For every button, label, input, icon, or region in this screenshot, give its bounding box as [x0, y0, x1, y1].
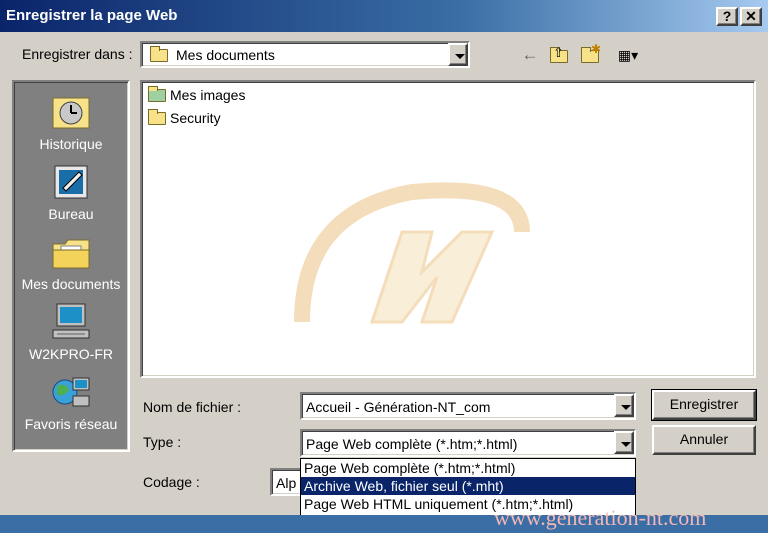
- cancel-button[interactable]: Annuler: [652, 425, 756, 455]
- window-title: Enregistrer la page Web: [6, 7, 178, 24]
- type-label: Type :: [143, 434, 182, 450]
- generation-nt-watermark-logo: [294, 182, 530, 324]
- computer-icon: [52, 303, 90, 339]
- folder-icon: [148, 109, 166, 125]
- filename-value: Accueil - Génération-NT_com: [306, 399, 491, 415]
- place-label: Favoris réseau: [24, 416, 118, 432]
- type-option[interactable]: Archive Web, fichier seul (*.mht): [301, 477, 635, 495]
- new-folder-icon[interactable]: ✱: [579, 42, 603, 66]
- place-label: W2KPRO-FR: [29, 346, 113, 362]
- help-button[interactable]: ?: [716, 7, 738, 26]
- chevron-down-icon[interactable]: [448, 43, 468, 66]
- place-mes-documents[interactable]: Mes documents: [14, 232, 128, 292]
- chevron-down-icon[interactable]: [614, 431, 634, 454]
- chevron-down-icon[interactable]: [614, 394, 634, 417]
- site-watermark: www.generation-nt.com: [494, 505, 707, 530]
- view-menu-icon[interactable]: ▦▾: [610, 44, 646, 66]
- save-in-value: Mes documents: [176, 47, 275, 63]
- save-in-label: Enregistrer dans :: [22, 46, 133, 62]
- filename-label: Nom de fichier :: [143, 399, 242, 415]
- place-historique[interactable]: Historique: [14, 92, 128, 152]
- up-arrow-icon: ⇧: [553, 45, 564, 60]
- save-button[interactable]: Enregistrer: [651, 389, 757, 421]
- place-label: Bureau: [48, 206, 94, 222]
- place-label: Mes documents: [21, 276, 121, 292]
- close-button[interactable]: ✕: [740, 7, 762, 26]
- type-value: Page Web complète (*.htm;*.html): [306, 436, 518, 452]
- title-bar[interactable]: Enregistrer la page Web ? ✕: [0, 0, 768, 32]
- pictures-folder-icon: [148, 86, 166, 102]
- list-item-label: Security: [170, 110, 221, 126]
- history-icon: [52, 97, 90, 129]
- place-label: Historique: [39, 136, 103, 152]
- file-list[interactable]: Mes images Security: [140, 80, 756, 378]
- filename-input[interactable]: Accueil - Génération-NT_com: [300, 392, 636, 420]
- list-item-label: Mes images: [170, 87, 246, 103]
- desktop-icon: [54, 165, 88, 199]
- encoding-label: Codage :: [143, 474, 200, 490]
- place-bureau[interactable]: Bureau: [14, 162, 128, 222]
- folder-icon: [150, 46, 168, 62]
- back-icon[interactable]: ←: [518, 44, 542, 66]
- sparkle-icon: ✱: [591, 42, 602, 56]
- save-in-dropdown[interactable]: Mes documents: [140, 41, 470, 68]
- my-documents-icon: [52, 239, 90, 269]
- network-icon: [52, 377, 90, 407]
- place-favoris-reseau[interactable]: Favoris réseau: [14, 372, 128, 432]
- places-bar: Historique Bureau Mes documents W2KPRO-F…: [12, 80, 130, 452]
- encoding-value: Alp: [276, 475, 297, 491]
- place-w2kpro-fr[interactable]: W2KPRO-FR: [14, 302, 128, 362]
- up-folder-icon[interactable]: ⇧: [547, 44, 571, 66]
- type-option[interactable]: Page Web complète (*.htm;*.html): [301, 459, 635, 477]
- type-dropdown[interactable]: Page Web complète (*.htm;*.html): [300, 429, 636, 457]
